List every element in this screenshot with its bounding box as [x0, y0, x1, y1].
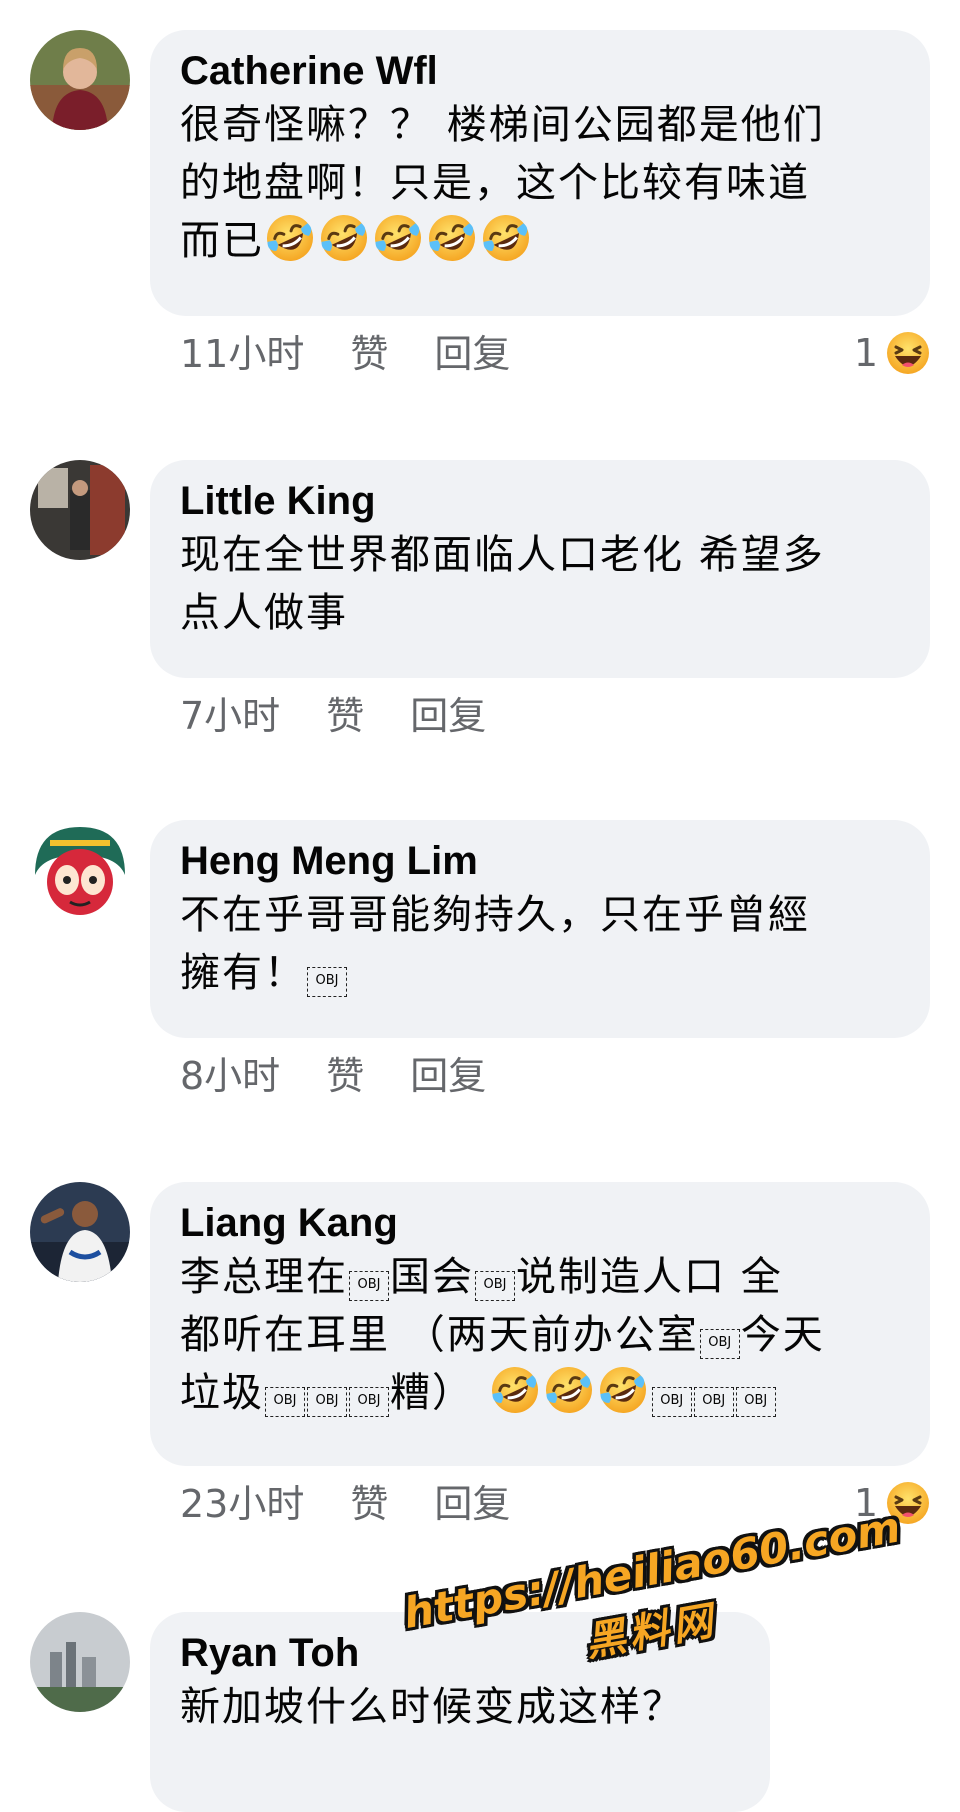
avatar[interactable] — [30, 30, 130, 130]
reply-button[interactable]: 回复 — [434, 1474, 510, 1534]
like-button[interactable]: 赞 — [326, 1046, 364, 1106]
comment-text: 不在乎哥哥能夠持久，只在乎曾經 擁有！ OBJ — [180, 886, 900, 1002]
like-button[interactable]: 赞 — [350, 324, 388, 384]
laughing-crying-icon — [318, 212, 370, 264]
haha-reaction-icon — [886, 331, 930, 375]
object-placeholder-icon: OBJ — [349, 1387, 389, 1417]
avatar[interactable] — [30, 1182, 130, 1282]
object-placeholder-icon: OBJ — [699, 1329, 740, 1359]
text-line: 而已 — [180, 218, 264, 264]
object-placeholder-icon: OBJ — [349, 1271, 389, 1301]
object-placeholder-icon: OBJ — [307, 1387, 347, 1417]
comment-text: 现在全世界都面临人口老化 希望多 点人做事 — [180, 526, 900, 642]
comment-actions: 8小时赞回复 — [180, 1046, 486, 1106]
comment-bubble: Little King 现在全世界都面临人口老化 希望多 点人做事 — [150, 460, 930, 678]
object-placeholder-icon: OBJ — [265, 1387, 305, 1417]
comment-bubble: Liang Kang 李总理在 OBJ 国会 OBJ 说制造人口 全 都听在耳里 （两天… — [150, 1182, 930, 1466]
comment-timestamp[interactable]: 11小时 — [180, 324, 304, 384]
haha-reaction-icon — [886, 1481, 930, 1525]
text-segment: 都听在耳里 （两天前办公室 — [180, 1312, 699, 1358]
comment-text: 很奇怪嘛？？ 楼梯间公园都是他们 的地盘啊！只是，这个比较有味道 而已 — [180, 96, 900, 270]
text-segment: 糟） — [390, 1370, 474, 1416]
reaction-count: 1 — [853, 331, 878, 375]
comment-author[interactable]: Catherine Wfl — [180, 46, 900, 96]
comment-author[interactable]: Ryan Toh — [180, 1628, 740, 1678]
text-line: 现在全世界都面临人口老化 希望多 — [180, 532, 825, 578]
avatar[interactable] — [30, 820, 130, 920]
avatar[interactable] — [30, 460, 130, 560]
object-placeholder-icon: OBJ — [475, 1271, 515, 1301]
laughing-crying-icon — [543, 1364, 595, 1416]
reply-button[interactable]: 回复 — [410, 1046, 486, 1106]
comment-actions: 11小时赞回复 — [180, 324, 510, 384]
text-line: 的地盘啊！只是，这个比较有味道 — [180, 160, 810, 206]
comment-bubble: Heng Meng Lim 不在乎哥哥能夠持久，只在乎曾經 擁有！ OBJ — [150, 820, 930, 1038]
reaction-summary[interactable]: 1 — [854, 328, 930, 378]
text-line: 不在乎哥哥能夠持久，只在乎曾經 — [180, 892, 810, 938]
comment-author[interactable]: Liang Kang — [180, 1198, 900, 1248]
reaction-count: 1 — [853, 1481, 878, 1525]
comment-bubble: Catherine Wfl 很奇怪嘛？？ 楼梯间公园都是他们 的地盘啊！只是，这… — [150, 30, 930, 316]
comment-author[interactable]: Heng Meng Lim — [180, 836, 900, 886]
text-segment: 垃圾 — [180, 1370, 264, 1416]
comment-timestamp[interactable]: 23小时 — [180, 1474, 304, 1534]
like-button[interactable]: 赞 — [350, 1474, 388, 1534]
comment-bubble: Ryan Toh 新加坡什么时候变成这样？ — [150, 1612, 770, 1812]
laughing-crying-icon — [480, 212, 532, 264]
reply-button[interactable]: 回复 — [434, 324, 510, 384]
object-placeholder-icon: OBJ — [693, 1387, 734, 1417]
laughing-crying-icon — [489, 1364, 541, 1416]
text-segment: 今天 — [740, 1312, 825, 1358]
text-line: 点人做事 — [180, 590, 348, 636]
laughing-crying-icon — [264, 212, 316, 264]
object-placeholder-icon: OBJ — [651, 1387, 692, 1417]
laughing-crying-icon — [372, 212, 424, 264]
comment-timestamp[interactable]: 7小时 — [180, 686, 280, 746]
object-placeholder-icon: OBJ — [735, 1387, 776, 1417]
reaction-summary[interactable]: 1 — [854, 1478, 930, 1528]
text-segment: 国会 — [390, 1254, 474, 1300]
comment-actions: 23小时赞回复 — [180, 1474, 510, 1534]
reply-button[interactable]: 回复 — [410, 686, 486, 746]
laughing-crying-icon — [426, 212, 478, 264]
comment-author[interactable]: Little King — [180, 476, 900, 526]
text-line: 擁有！ — [180, 950, 306, 996]
like-button[interactable]: 赞 — [326, 686, 364, 746]
text-segment: 说制造人口 全 — [516, 1254, 783, 1300]
text-line: 新加坡什么时候变成这样？ — [180, 1684, 684, 1730]
avatar[interactable] — [30, 1612, 130, 1712]
comment-text: 新加坡什么时候变成这样？ — [180, 1678, 740, 1736]
comment-text: 李总理在 OBJ 国会 OBJ 说制造人口 全 都听在耳里 （两天前办公室 OBJ 今天 垃… — [180, 1248, 900, 1422]
laughing-crying-icon — [597, 1364, 649, 1416]
comment-timestamp[interactable]: 8小时 — [180, 1046, 280, 1106]
comment-actions: 7小时赞回复 — [180, 686, 486, 746]
text-line: 很奇怪嘛？？ 楼梯间公园都是他们 — [180, 102, 825, 148]
text-segment: 李总理在 — [180, 1254, 348, 1300]
object-placeholder-icon: OBJ — [307, 967, 347, 997]
